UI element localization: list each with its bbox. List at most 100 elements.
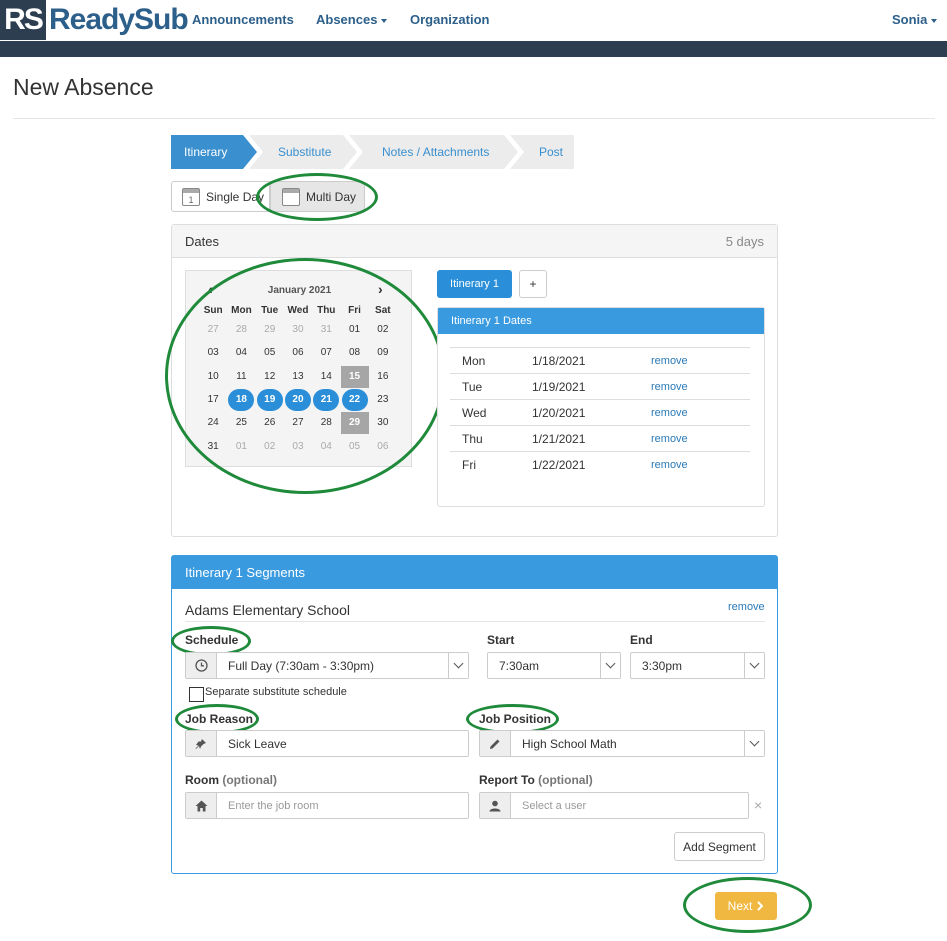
nav-absences[interactable]: Absences bbox=[316, 12, 388, 27]
date-row-day: Mon bbox=[462, 354, 486, 368]
date-row-date: 1/18/2021 bbox=[532, 354, 586, 368]
calendar-day[interactable]: 07 bbox=[312, 341, 340, 364]
calendar-day[interactable]: 08 bbox=[340, 341, 368, 364]
date-row-day: Fri bbox=[462, 458, 476, 472]
readysub-logo[interactable]: RS ReadySub bbox=[0, 0, 189, 40]
calendar-day[interactable]: 28 bbox=[227, 318, 255, 341]
end-time-select[interactable]: 3:30pm bbox=[630, 652, 765, 679]
calendar-day[interactable]: 23 bbox=[369, 388, 397, 411]
calendar-day[interactable]: 04 bbox=[312, 435, 340, 458]
calendar-day[interactable]: 17 bbox=[199, 388, 227, 411]
next-button[interactable]: Next bbox=[715, 892, 777, 920]
room-input[interactable]: Enter the job room bbox=[185, 792, 469, 819]
calendar-day[interactable]: 14 bbox=[312, 365, 340, 388]
date-picker: ‹ January 2021 › Sun Mon Tue Wed Thu Fri Sat 27… bbox=[185, 270, 412, 467]
wizard-step-post[interactable]: Post bbox=[510, 135, 574, 169]
calendar-day[interactable]: 02 bbox=[256, 435, 284, 458]
calendar-day[interactable]: 22 bbox=[340, 388, 368, 412]
clock-icon bbox=[186, 653, 217, 678]
chevron-right-icon[interactable]: › bbox=[378, 281, 383, 297]
weekday-label: Sat bbox=[375, 305, 391, 316]
remove-date-link[interactable]: remove bbox=[651, 433, 688, 445]
calendar-day[interactable]: 27 bbox=[199, 318, 227, 341]
wizard-step-substitute[interactable]: Substitute bbox=[249, 135, 357, 169]
clear-icon[interactable]: × bbox=[754, 797, 762, 813]
calendar-day[interactable]: 29 bbox=[340, 411, 369, 435]
weekday-label: Tue bbox=[261, 305, 279, 316]
start-label: Start bbox=[487, 633, 515, 647]
remove-date-link[interactable]: remove bbox=[651, 459, 688, 471]
wizard-step-itinerary[interactable]: Itinerary bbox=[171, 135, 257, 169]
job-position-select[interactable]: High School Math bbox=[479, 730, 765, 757]
calendar-grid: Sun Mon Tue Wed Thu Fri Sat 27 28 29 30 31 01 02 03 04 0… bbox=[199, 304, 397, 458]
weekday-label: Wed bbox=[287, 305, 309, 316]
add-segment-button[interactable]: Add Segment bbox=[674, 832, 765, 861]
date-row-date: 1/20/2021 bbox=[532, 406, 586, 420]
calendar-week: 10 11 12 13 14 15 16 bbox=[199, 365, 397, 388]
calendar-day[interactable]: 05 bbox=[256, 341, 284, 364]
nav-organization[interactable]: Organization bbox=[410, 12, 489, 27]
calendar-day[interactable]: 06 bbox=[284, 341, 312, 364]
calendar-day[interactable]: 29 bbox=[256, 318, 284, 341]
job-reason-input[interactable]: Sick Leave bbox=[185, 730, 469, 757]
calendar-day[interactable]: 11 bbox=[227, 365, 255, 388]
navbar-stripe bbox=[0, 41, 947, 57]
report-to-select[interactable]: Select a user bbox=[479, 792, 749, 819]
calendar-day[interactable]: 03 bbox=[199, 341, 227, 364]
calendar-day[interactable]: 15 bbox=[340, 365, 369, 388]
calendar-day[interactable]: 13 bbox=[284, 365, 312, 388]
calendar-day[interactable]: 24 bbox=[199, 411, 227, 434]
add-itinerary-button[interactable]: + bbox=[519, 270, 547, 298]
calendar-day[interactable]: 06 bbox=[369, 435, 397, 458]
pushpin-icon bbox=[186, 731, 217, 756]
calendar-day[interactable]: 02 bbox=[369, 318, 397, 341]
calendar-day[interactable]: 30 bbox=[284, 318, 312, 341]
date-row-date: 1/21/2021 bbox=[532, 432, 586, 446]
calendar-day[interactable]: 01 bbox=[227, 435, 255, 458]
calendar-day[interactable]: 03 bbox=[284, 435, 312, 458]
remove-date-link[interactable]: remove bbox=[651, 381, 688, 393]
calendar-day[interactable]: 31 bbox=[312, 318, 340, 341]
calendar-week: 24 25 26 27 28 29 30 bbox=[199, 411, 397, 435]
calendar-day[interactable]: 05 bbox=[340, 435, 368, 458]
multi-day-button[interactable]: Multi Day bbox=[270, 181, 365, 212]
schedule-select[interactable]: Full Day (7:30am - 3:30pm) bbox=[185, 652, 469, 679]
single-day-button[interactable]: 1 Single Day bbox=[171, 181, 270, 212]
calendar-day[interactable]: 21 bbox=[312, 388, 340, 412]
calendar-day[interactable]: 04 bbox=[227, 341, 255, 364]
remove-date-link[interactable]: remove bbox=[651, 355, 688, 367]
calendar-day[interactable]: 30 bbox=[369, 411, 397, 434]
end-label: End bbox=[630, 633, 653, 647]
calendar-day[interactable]: 28 bbox=[312, 411, 340, 434]
user-menu[interactable]: Sonia bbox=[892, 12, 938, 27]
remove-segment-link[interactable]: remove bbox=[728, 601, 765, 613]
separate-schedule-checkbox[interactable] bbox=[189, 687, 204, 702]
report-to-label: Report To (optional) bbox=[479, 773, 593, 787]
start-time-select[interactable]: 7:30am bbox=[487, 652, 621, 679]
calendar-day[interactable]: 20 bbox=[284, 388, 312, 412]
date-row-date: 1/22/2021 bbox=[532, 458, 586, 472]
calendar-day[interactable]: 26 bbox=[256, 411, 284, 434]
calendar-day[interactable]: 27 bbox=[284, 411, 312, 434]
calendar-week: 31 01 02 03 04 05 06 bbox=[199, 434, 397, 457]
calendar-day[interactable]: 01 bbox=[340, 318, 368, 341]
chevron-down-icon bbox=[448, 653, 468, 678]
calendar-day[interactable]: 19 bbox=[256, 388, 284, 412]
calendar-day[interactable]: 25 bbox=[227, 411, 255, 434]
itinerary-1-tab[interactable]: Itinerary 1 bbox=[437, 270, 512, 298]
wizard-step-notes[interactable]: Notes / Attachments bbox=[349, 135, 518, 169]
chevron-down-icon bbox=[744, 731, 764, 756]
nav-announcements[interactable]: Announcements bbox=[192, 12, 294, 27]
calendar-day[interactable]: 31 bbox=[199, 435, 227, 458]
calendar-day[interactable]: 18 bbox=[227, 388, 255, 412]
caret-down-icon bbox=[931, 18, 938, 23]
date-row-day: Tue bbox=[462, 380, 483, 394]
remove-date-link[interactable]: remove bbox=[651, 407, 688, 419]
page-title: New Absence bbox=[13, 74, 154, 100]
calendar-day[interactable]: 16 bbox=[369, 365, 397, 388]
logo-mark: RS bbox=[0, 0, 46, 40]
calendar-day[interactable]: 10 bbox=[199, 365, 227, 388]
divider bbox=[185, 621, 765, 622]
calendar-day[interactable]: 12 bbox=[256, 365, 284, 388]
calendar-day[interactable]: 09 bbox=[369, 341, 397, 364]
